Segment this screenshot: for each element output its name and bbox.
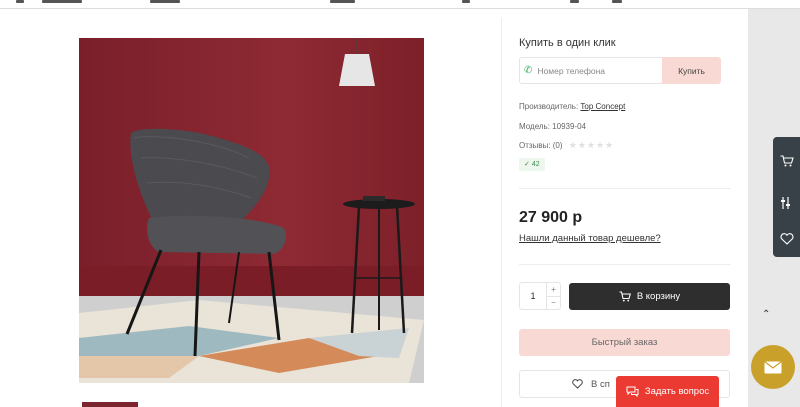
- product-image[interactable]: [79, 38, 424, 383]
- model-row: Модель: 10939-04: [519, 122, 586, 131]
- reviews-row: Отзывы: (0) ★★★★★: [519, 140, 614, 151]
- one-click-buy-button[interactable]: Купить: [662, 57, 721, 84]
- reviews-label: Отзывы:: [519, 141, 551, 150]
- ask-question-label: Задать вопрос: [644, 386, 710, 397]
- one-click-title: Купить в один клик: [519, 37, 616, 49]
- column-divider: [501, 18, 502, 407]
- heart-icon: [779, 233, 794, 245]
- found-cheaper-link[interactable]: Нашли данный товар дешевле?: [519, 233, 661, 244]
- rating-stars[interactable]: ★★★★★: [569, 140, 614, 151]
- divider: [519, 188, 731, 189]
- wishlist-label: В сп: [591, 378, 610, 390]
- qty-plus-button[interactable]: +: [547, 283, 560, 297]
- price: 27 900 р: [519, 209, 583, 226]
- manufacturer-link[interactable]: Top Concept: [580, 102, 625, 111]
- heart-icon: [572, 379, 583, 389]
- sidebar-cart[interactable]: [773, 137, 800, 185]
- mail-icon: [764, 360, 782, 373]
- one-click-form: ✆ Номер телефона Купить: [519, 57, 721, 84]
- chat-icon: [626, 386, 639, 397]
- cart-icon: [780, 155, 794, 167]
- divider: [519, 264, 731, 265]
- stock-count: 42: [531, 161, 540, 168]
- top-header-strip: [0, 0, 800, 9]
- stock-badge: ✓ 42: [519, 158, 545, 171]
- chair-photo: [79, 38, 424, 383]
- manufacturer-row: Производитель: Top Concept: [519, 102, 625, 111]
- model-value: 10939-04: [552, 122, 586, 131]
- cart-icon: [619, 291, 631, 302]
- sidebar-compare[interactable]: [773, 185, 800, 221]
- quantity-input[interactable]: 1: [520, 283, 546, 309]
- ask-question-button[interactable]: Задать вопрос: [616, 376, 719, 407]
- cart-label: В корзину: [636, 291, 681, 302]
- model-label: Модель:: [519, 122, 550, 131]
- phone-icon: ✆: [524, 65, 533, 76]
- thumbnail-1[interactable]: [82, 402, 138, 407]
- compare-icon: [780, 197, 790, 209]
- add-to-cart-button[interactable]: В корзину: [569, 283, 730, 310]
- fast-order-button[interactable]: Быстрый заказ: [519, 329, 730, 356]
- mail-widget[interactable]: [751, 345, 795, 389]
- phone-field[interactable]: ✆ Номер телефона: [519, 57, 662, 84]
- check-icon: ✓: [524, 161, 530, 168]
- sidebar-wishlist[interactable]: [773, 221, 800, 257]
- phone-placeholder: Номер телефона: [537, 65, 605, 76]
- quantity-stepper: 1 + −: [519, 282, 561, 310]
- scroll-up-button[interactable]: ⌃: [762, 309, 770, 320]
- qty-minus-button[interactable]: −: [547, 297, 560, 310]
- manufacturer-label: Производитель:: [519, 102, 579, 111]
- reviews-count[interactable]: (0): [553, 141, 563, 150]
